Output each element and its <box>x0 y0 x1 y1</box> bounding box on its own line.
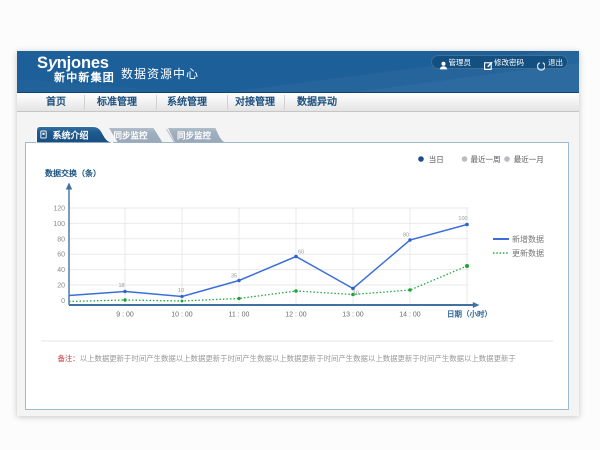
svg-text:100: 100 <box>53 221 65 228</box>
svg-text:12 : 00: 12 : 00 <box>285 312 307 319</box>
svg-text:同步监控: 同步监控 <box>113 131 148 141</box>
svg-text:60: 60 <box>298 250 304 256</box>
svg-text:更新数据: 更新数据 <box>512 248 544 258</box>
svg-text:同步监控: 同步监控 <box>177 131 212 141</box>
svg-text:系统介绍: 系统介绍 <box>52 130 88 141</box>
svg-text:新增数据: 新增数据 <box>512 234 544 244</box>
svg-text:18: 18 <box>118 283 124 289</box>
svg-text:0: 0 <box>61 298 65 305</box>
svg-text:80: 80 <box>57 236 65 243</box>
svg-text:10: 10 <box>353 291 359 297</box>
svg-text:40: 40 <box>57 267 65 274</box>
svg-text:数据交换（条）: 数据交换（条） <box>45 168 101 178</box>
svg-text:11 : 00: 11 : 00 <box>229 312 250 319</box>
svg-text:当日: 当日 <box>429 154 444 164</box>
svg-text:10 : 00: 10 : 00 <box>171 312 193 319</box>
svg-text:10: 10 <box>178 288 184 294</box>
svg-text:日期（小时）: 日期（小时） <box>447 309 492 319</box>
svg-text:备注：以上数据更新于时间产生数据以上数据更新于时间产生数据以: 备注：以上数据更新于时间产生数据以上数据更新于时间产生数据以上数据更新于时间产生… <box>58 354 516 363</box>
svg-text:80: 80 <box>403 233 409 239</box>
svg-text:最近一月: 最近一月 <box>514 154 544 164</box>
svg-text:100: 100 <box>458 216 467 222</box>
svg-text:60: 60 <box>57 252 65 259</box>
svg-text:35: 35 <box>231 274 237 280</box>
svg-text:14 : 00: 14 : 00 <box>399 312 421 319</box>
svg-text:120: 120 <box>53 206 65 213</box>
svg-text:13 : 00: 13 : 00 <box>342 312 364 319</box>
svg-text:最近一周: 最近一周 <box>471 154 501 164</box>
svg-text:9 : 00: 9 : 00 <box>116 312 134 319</box>
svg-text:20: 20 <box>57 283 65 290</box>
